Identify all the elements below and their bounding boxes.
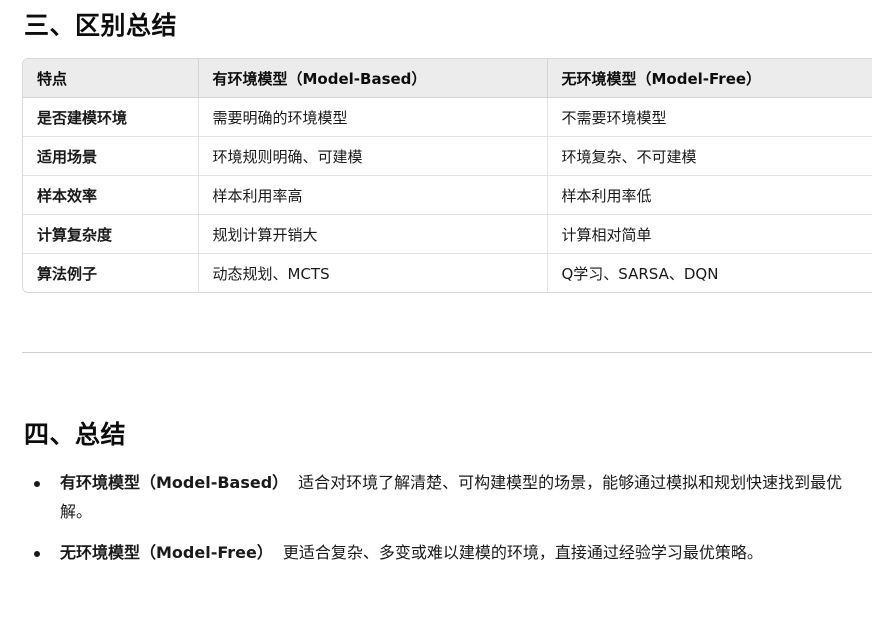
row-model-based: 需要明确的环境模型 xyxy=(198,97,548,137)
bullet-icon xyxy=(34,481,40,487)
row-feature: 适用场景 xyxy=(23,136,199,176)
row-model-based: 样本利用率高 xyxy=(198,175,548,215)
row-model-free: 样本利用率低 xyxy=(547,175,872,215)
header-model-based: 有环境模型（Model-Based） xyxy=(198,59,548,98)
document-page: 三、区别总结 特点 有环境模型（Model-Based） 无环境模型（Model… xyxy=(0,0,872,621)
row-model-based: 规划计算开销大 xyxy=(198,214,548,254)
bullet-text: 更适合复杂、多变或难以建模的环境，直接通过经验学习最优策略。 xyxy=(282,543,763,562)
row-model-based: 动态规划、MCTS xyxy=(198,253,548,292)
row-feature: 计算复杂度 xyxy=(23,214,199,254)
table-row: 适用场景 环境规则明确、可建模 环境复杂、不可建模 xyxy=(23,136,872,176)
row-model-free: 计算相对简单 xyxy=(547,214,872,254)
horizontal-divider xyxy=(22,352,872,353)
row-model-free: 不需要环境模型 xyxy=(547,97,872,137)
header-model-free: 无环境模型（Model-Free） xyxy=(547,59,872,98)
list-item: 有环境模型（Model-Based） 适合对环境了解清楚、可构建模型的场景，能够通… xyxy=(22,468,872,526)
header-feature: 特点 xyxy=(23,59,199,98)
section-heading-summary: 四、总结 xyxy=(24,420,127,449)
row-feature: 是否建模环境 xyxy=(23,97,199,137)
table-header-row: 特点 有环境模型（Model-Based） 无环境模型（Model-Free） xyxy=(23,59,872,98)
table-row: 是否建模环境 需要明确的环境模型 不需要环境模型 xyxy=(23,97,872,137)
list-item: 无环境模型（Model-Free） 更适合复杂、多变或难以建模的环境，直接通过经验… xyxy=(22,538,872,567)
table-row: 样本效率 样本利用率高 样本利用率低 xyxy=(23,175,872,215)
table-row: 计算复杂度 规划计算开销大 计算相对简单 xyxy=(23,214,872,254)
section-heading-differences: 三、区别总结 xyxy=(24,11,178,40)
bullet-icon xyxy=(34,551,40,557)
row-model-based: 环境规则明确、可建模 xyxy=(198,136,548,176)
bullet-strong: 有环境模型（Model-Based） xyxy=(60,473,289,492)
table-row: 算法例子 动态规划、MCTS Q学习、SARSA、DQN xyxy=(23,253,872,292)
summary-list: 有环境模型（Model-Based） 适合对环境了解清楚、可构建模型的场景，能够通… xyxy=(22,468,872,579)
comparison-table: 特点 有环境模型（Model-Based） 无环境模型（Model-Free） … xyxy=(23,59,872,292)
bullet-strong: 无环境模型（Model-Free） xyxy=(60,543,273,562)
row-model-free: Q学习、SARSA、DQN xyxy=(561,264,719,283)
comparison-table-container: 特点 有环境模型（Model-Based） 无环境模型（Model-Free） … xyxy=(22,58,872,293)
row-model-free: 环境复杂、不可建模 xyxy=(547,136,872,176)
row-feature: 算法例子 xyxy=(23,253,199,292)
row-feature: 样本效率 xyxy=(23,175,199,215)
